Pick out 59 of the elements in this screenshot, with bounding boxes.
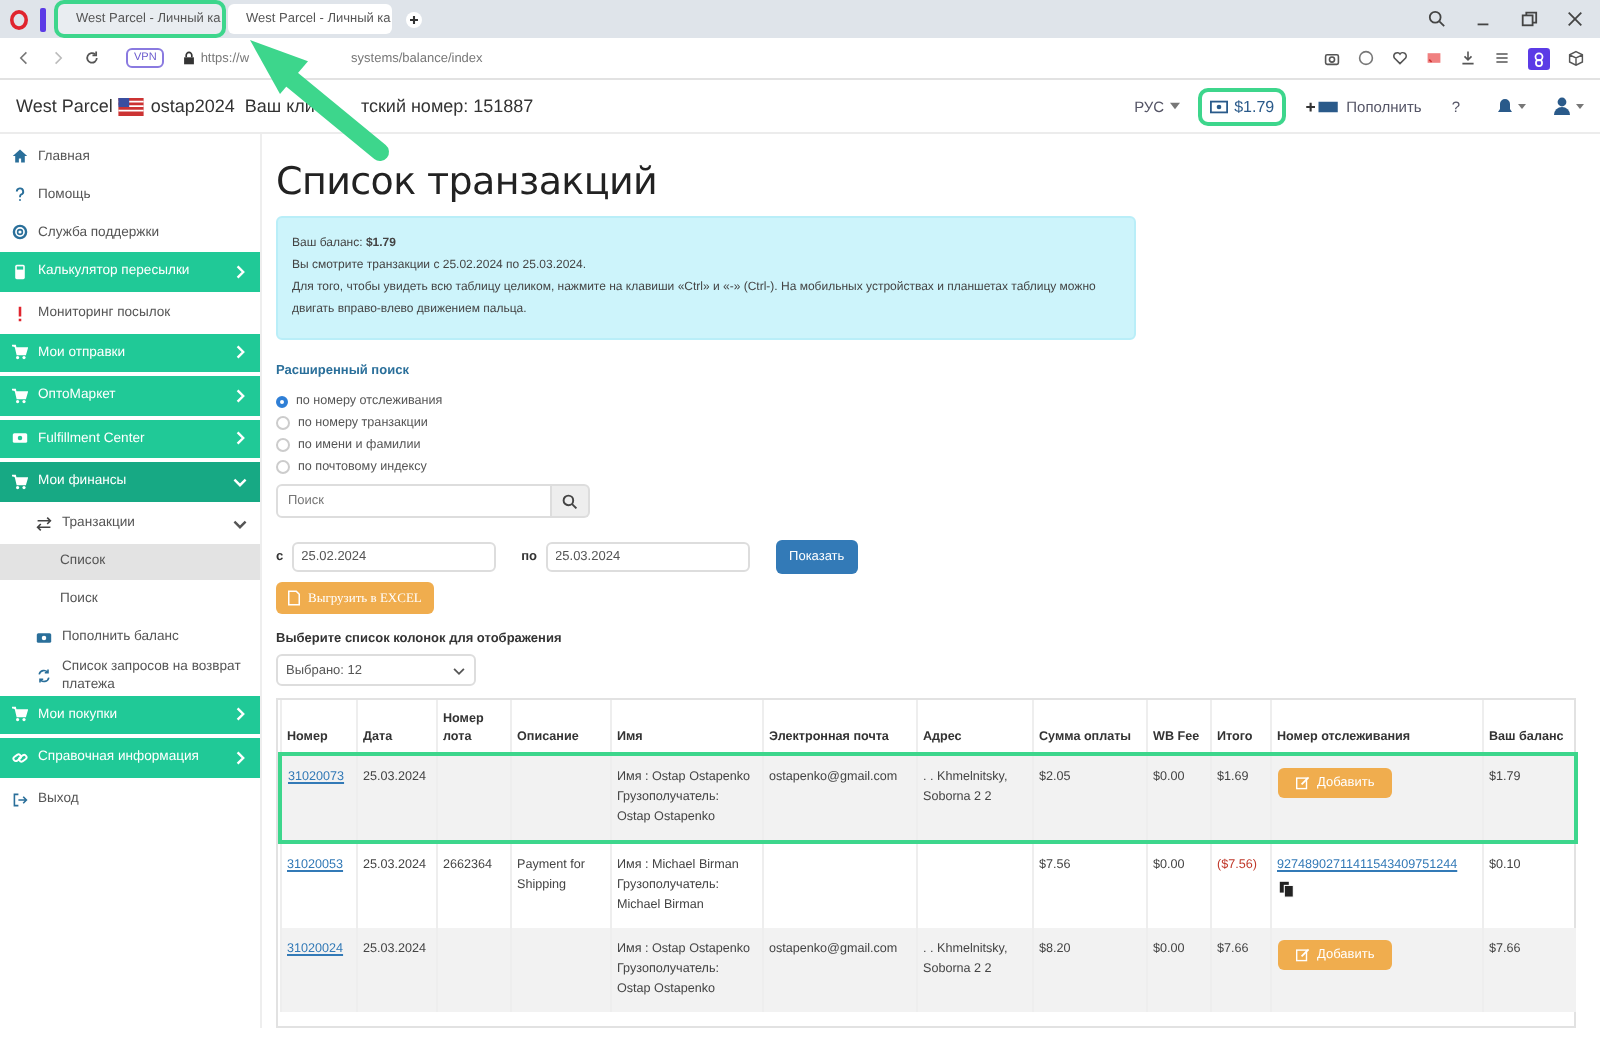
add-money-icon <box>1304 99 1341 113</box>
client-number: тский номер: 151887 <box>360 96 534 116</box>
restore-icon[interactable] <box>1520 10 1538 28</box>
home-icon <box>12 148 28 164</box>
chevron-icon <box>232 263 248 280</box>
brand-name[interactable]: West Parcel <box>16 96 113 116</box>
money-icon <box>1210 99 1229 113</box>
radio-button[interactable] <box>276 438 290 452</box>
cube-icon[interactable] <box>1568 50 1584 66</box>
heart-icon[interactable] <box>1392 50 1408 66</box>
cart-icon <box>12 387 28 404</box>
chevron-icon <box>452 663 466 677</box>
chevron-icon <box>232 430 248 447</box>
calculator-icon <box>12 263 28 280</box>
user-menu-icon[interactable] <box>1552 96 1584 116</box>
chevron-icon <box>232 344 248 361</box>
search-button[interactable] <box>552 484 590 518</box>
lifebuoy-icon <box>12 224 28 240</box>
flag-icon <box>118 97 145 115</box>
camera-icon[interactable] <box>1324 50 1340 66</box>
cart-icon <box>12 473 28 490</box>
link-icon <box>12 749 28 766</box>
file-icon <box>288 590 300 606</box>
search-icon[interactable] <box>1428 10 1446 28</box>
arrows-icon <box>36 515 52 531</box>
cart-icon <box>12 706 28 723</box>
menu-icon[interactable] <box>1494 50 1510 66</box>
radio-button[interactable] <box>276 395 288 407</box>
sidebar-indicator <box>40 7 46 31</box>
browser-logo-icon[interactable] <box>10 9 28 29</box>
caret-icon <box>1170 102 1181 110</box>
download-icon[interactable] <box>1460 50 1476 66</box>
radio-button[interactable] <box>276 460 290 474</box>
notifications-icon[interactable] <box>1494 96 1526 116</box>
profile-icon[interactable] <box>1528 47 1550 69</box>
chevron-icon <box>232 515 248 531</box>
chevron-icon <box>232 473 248 490</box>
refresh-icon <box>36 667 52 683</box>
balance-button[interactable]: $1.79 <box>1202 91 1283 121</box>
chevron-icon <box>232 706 248 723</box>
card-icon <box>36 629 52 645</box>
close-icon[interactable] <box>1566 10 1584 28</box>
logout-icon <box>12 791 28 807</box>
copy-icon[interactable] <box>1277 880 1295 898</box>
question-icon <box>12 186 28 202</box>
edit-icon <box>1295 776 1309 790</box>
back-icon[interactable] <box>16 50 32 66</box>
page-title: Список транзакций <box>276 158 660 204</box>
radio-button[interactable] <box>276 416 290 430</box>
card-icon <box>12 430 28 447</box>
chevron-icon <box>232 387 248 404</box>
username[interactable]: ostap2024 <box>150 96 235 116</box>
edit-icon <box>1295 948 1309 962</box>
search-icon <box>562 493 578 509</box>
lock-icon <box>182 50 197 66</box>
reload-icon[interactable] <box>84 50 100 66</box>
new-tab-icon[interactable] <box>406 11 422 27</box>
chevron-icon <box>232 749 248 766</box>
cart-icon <box>12 344 28 361</box>
